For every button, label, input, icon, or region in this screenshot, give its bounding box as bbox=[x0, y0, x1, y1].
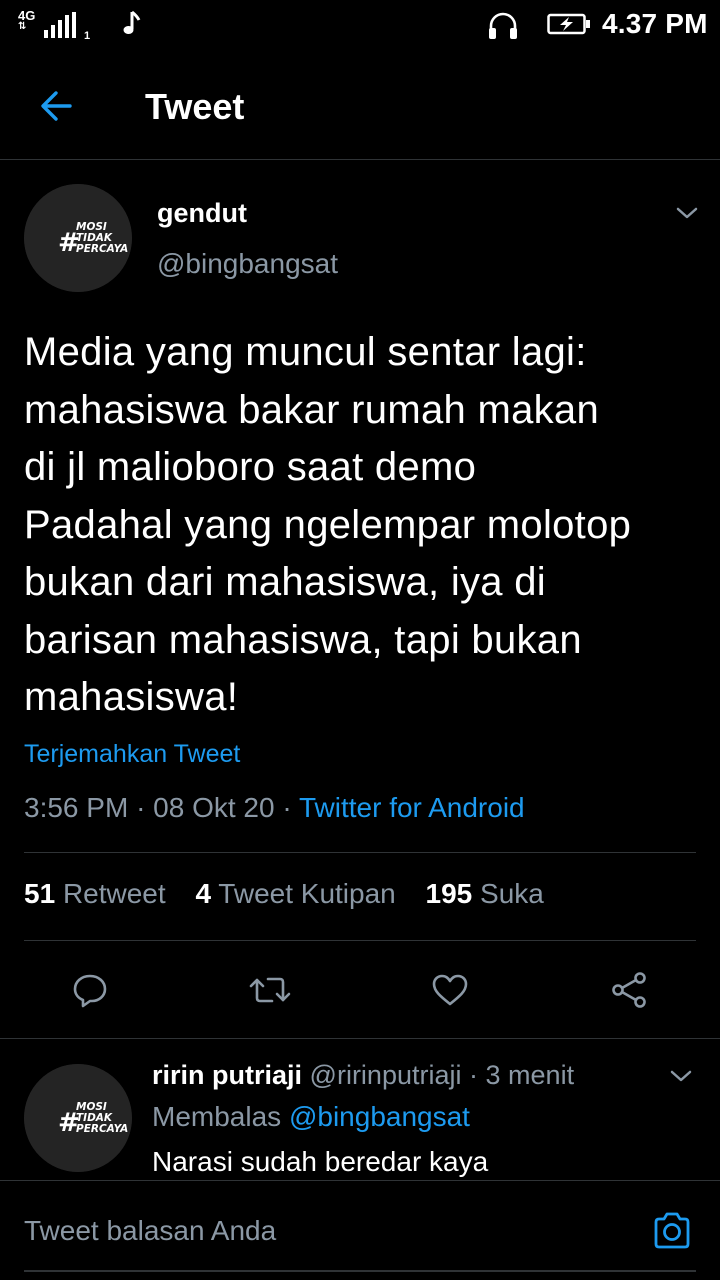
tweet-text-line: bukan dari mahasiswa, iya di bbox=[24, 560, 546, 604]
retweets-count: 51 bbox=[24, 878, 56, 909]
reply-icon bbox=[73, 974, 107, 1008]
quotes-label: Tweet Kutipan bbox=[218, 878, 396, 909]
tweet-client-link[interactable]: Twitter for Android bbox=[299, 792, 525, 823]
tweet-text-line: Padahal yang ngelempar molotop bbox=[24, 502, 632, 547]
reply-input[interactable]: Tweet balasan Anda bbox=[24, 1215, 276, 1247]
likes-count: 195 bbox=[425, 878, 473, 909]
likes-label: Suka bbox=[480, 878, 544, 909]
tweet-text-line: Media yang muncul sentar lagi: bbox=[24, 330, 587, 374]
tweet-text-line: di jl malioboro saat demo bbox=[24, 445, 477, 489]
reply-author-avatar[interactable]: # MOSI TIDAK PERCAYA bbox=[24, 1064, 132, 1172]
page-title: Tweet bbox=[145, 86, 245, 127]
retweets-stat[interactable]: 51 Retweet bbox=[24, 878, 166, 909]
divider bbox=[0, 1038, 720, 1039]
compose-underline bbox=[24, 1270, 696, 1272]
tweet-text-line: mahasiswa bakar rumah makan bbox=[24, 387, 600, 432]
tweet-meta: 3:56 PM · 08 Okt 20 · Twitter for Androi… bbox=[24, 792, 525, 824]
retweet-icon bbox=[249, 977, 291, 1003]
mosi-tidak-percaya-logo: # MOSI TIDAK PERCAYA bbox=[24, 184, 132, 292]
clock: 4.37 PM bbox=[602, 8, 708, 39]
meta-separator: · bbox=[469, 1060, 479, 1090]
reply-header: ririn putriaji @ririnputriaji · 3 menit bbox=[152, 1060, 574, 1091]
tweet-time: 3:56 PM bbox=[24, 792, 129, 823]
camera-icon[interactable] bbox=[650, 1209, 694, 1253]
mosi-tidak-percaya-logo: # MOSI TIDAK PERCAYA bbox=[24, 1064, 132, 1172]
replying-label: Membalas bbox=[152, 1101, 282, 1132]
tweet-text-line: mahasiswa! bbox=[24, 675, 239, 719]
top-app-bar: Tweet bbox=[0, 50, 720, 160]
reply-compose-bar: Tweet balasan Anda bbox=[0, 1180, 720, 1280]
tweet-text: Media yang muncul sentar lagi: mahasiswa… bbox=[24, 324, 704, 727]
battery-charging-icon bbox=[547, 13, 590, 35]
data-arrows-icon: ⇅ bbox=[18, 21, 26, 32]
tweet-text-line: barisan mahasiswa, tapi bukan bbox=[24, 617, 582, 662]
meta-separator: · bbox=[136, 792, 146, 823]
chevron-down-icon[interactable] bbox=[666, 1066, 696, 1086]
reply-author-name[interactable]: ririn putriaji bbox=[152, 1060, 302, 1090]
share-button[interactable] bbox=[607, 968, 651, 1012]
author-handle[interactable]: @bingbangsat bbox=[157, 248, 338, 280]
translate-tweet-link[interactable]: Terjemahkan Tweet bbox=[24, 740, 240, 769]
network-indicator: 4G ⇅ bbox=[18, 9, 35, 32]
share-icon bbox=[612, 972, 646, 1008]
like-button[interactable] bbox=[428, 968, 472, 1012]
signal-icon bbox=[44, 12, 78, 38]
author-name[interactable]: gendut bbox=[157, 198, 247, 229]
quotes-count: 4 bbox=[195, 878, 212, 909]
retweets-label: Retweet bbox=[62, 878, 166, 909]
quote-tweets-stat[interactable]: 4 Tweet Kutipan bbox=[195, 878, 395, 909]
tweet-stats: 51 Retweet 4 Tweet Kutipan 195 Suka bbox=[24, 878, 566, 910]
meta-separator: · bbox=[282, 792, 292, 823]
divider bbox=[24, 852, 696, 853]
music-note-icon bbox=[123, 10, 141, 34]
back-button[interactable] bbox=[32, 82, 80, 130]
reply-author-handle[interactable]: @ririnputriaji bbox=[310, 1060, 462, 1090]
headphones-icon bbox=[489, 12, 517, 39]
status-bar: 4G ⇅ 1 4.37 PM bbox=[0, 0, 720, 50]
tweet-date: 08 Okt 20 bbox=[153, 792, 275, 823]
replying-to-line: Membalas @bingbangsat bbox=[152, 1101, 470, 1133]
svg-text:PERCAYA: PERCAYA bbox=[76, 1123, 128, 1135]
chevron-down-icon[interactable] bbox=[672, 203, 702, 223]
retweet-button[interactable] bbox=[248, 968, 292, 1012]
svg-text:PERCAYA: PERCAYA bbox=[76, 243, 128, 255]
likes-stat[interactable]: 195 Suka bbox=[426, 878, 544, 909]
reply-button[interactable] bbox=[68, 968, 112, 1012]
reply-time-ago: 3 menit bbox=[485, 1060, 575, 1090]
tweet-actions bbox=[0, 960, 720, 1020]
divider bbox=[24, 940, 696, 941]
reply-text: Narasi sudah beredar kaya bbox=[152, 1146, 489, 1177]
sim-index: 1 bbox=[84, 30, 91, 42]
replying-to-mention[interactable]: @bingbangsat bbox=[289, 1101, 470, 1132]
like-icon bbox=[432, 974, 468, 1006]
author-avatar[interactable]: # MOSI TIDAK PERCAYA bbox=[24, 184, 132, 292]
arrow-left-icon bbox=[41, 91, 72, 121]
